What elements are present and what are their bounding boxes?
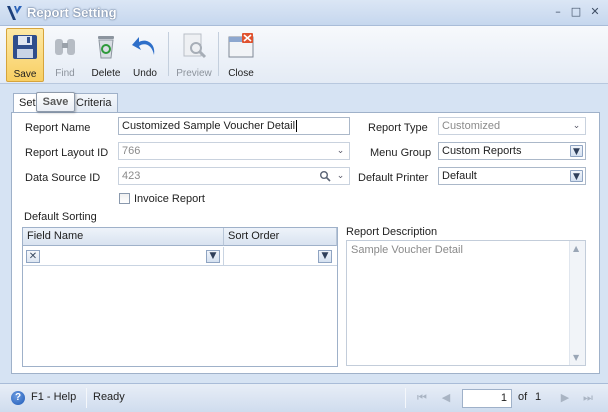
chevron-down-icon: ⌄: [336, 171, 345, 181]
menu-group-value: Custom Reports: [442, 145, 522, 157]
chevron-down-icon: ⌄: [336, 146, 345, 156]
chevron-down-icon[interactable]: ▼: [570, 170, 583, 182]
page-of-label: of: [518, 391, 528, 403]
report-description-label: Report Description: [346, 226, 438, 238]
report-layout-select[interactable]: 766 ⌄: [118, 142, 350, 160]
report-type-select[interactable]: Customized ⌄: [438, 117, 586, 135]
close-window-icon: [228, 33, 254, 58]
invoice-report-checkbox[interactable]: [119, 193, 130, 204]
data-source-value: 423: [122, 170, 141, 182]
report-description-value: Sample Voucher Detail: [351, 244, 463, 256]
last-page-icon[interactable]: ⏭: [580, 390, 596, 406]
status-text: Ready: [93, 391, 125, 403]
default-printer-label: Default Printer: [358, 172, 429, 184]
scroll-down-icon[interactable]: ▼: [573, 353, 582, 362]
floppy-disk-icon: [13, 35, 37, 59]
title-bar: Report Setting – □ ✕: [0, 0, 608, 26]
maximize-button[interactable]: □: [568, 5, 584, 19]
save-button[interactable]: Save: [6, 28, 44, 82]
tab-setting-label: Set: [19, 97, 36, 109]
delete-label: Delete: [91, 68, 121, 79]
chevron-down-icon[interactable]: ▼: [570, 145, 583, 157]
find-button[interactable]: Find: [48, 28, 82, 82]
window-title: Report Setting: [27, 5, 117, 20]
recycle-bin-icon: [98, 36, 114, 59]
first-page-icon[interactable]: ⏮: [414, 390, 430, 406]
delete-row-icon[interactable]: ✕: [26, 250, 40, 263]
tab-criteria[interactable]: Criteria: [70, 93, 118, 113]
page-total: 1: [535, 391, 542, 403]
report-name-value: Customized Sample Voucher Detail: [122, 120, 296, 132]
find-label: Find: [55, 68, 75, 79]
toolbar: Save Find Delete Undo Preview Close: [0, 26, 608, 84]
report-layout-value: 766: [122, 145, 141, 157]
status-separator: [405, 388, 406, 408]
report-name-label: Report Name: [25, 122, 91, 134]
search-icon[interactable]: [319, 170, 331, 182]
delete-button[interactable]: Delete: [88, 28, 124, 82]
app-logo-icon: [7, 6, 22, 20]
column-header-field-name[interactable]: Field Name: [23, 228, 224, 246]
menu-group-select[interactable]: Custom Reports ▼: [438, 142, 586, 160]
report-description-textarea[interactable]: Sample Voucher Detail ▲ ▼: [346, 240, 586, 366]
default-printer-select[interactable]: Default ▼: [438, 167, 586, 185]
undo-label: Undo: [133, 68, 157, 79]
preview-magnifier-icon: [183, 33, 207, 59]
page-number-input[interactable]: 1: [462, 389, 512, 408]
next-page-icon[interactable]: ▶: [557, 390, 573, 406]
close-button[interactable]: Close: [224, 28, 258, 82]
save-tooltip: Save: [36, 92, 75, 112]
default-sorting-label: Default Sorting: [24, 211, 97, 223]
sort-order-cell[interactable]: ▼: [224, 247, 337, 265]
field-name-cell[interactable]: ▼: [43, 247, 224, 265]
description-scrollbar[interactable]: ▲ ▼: [569, 241, 585, 365]
toolbar-separator: [218, 32, 219, 76]
binoculars-icon: [55, 39, 75, 55]
save-label: Save: [13, 69, 37, 80]
toolbar-separator: [168, 32, 169, 76]
close-window-button[interactable]: ✕: [587, 5, 603, 19]
report-type-label: Report Type: [368, 122, 428, 134]
preview-button[interactable]: Preview: [174, 28, 214, 82]
chevron-down-icon: ⌄: [572, 121, 581, 131]
default-printer-value: Default: [442, 170, 477, 182]
scroll-up-icon[interactable]: ▲: [573, 244, 582, 253]
undo-arrow-icon: [132, 37, 155, 55]
data-source-select[interactable]: 423 ⌄: [118, 167, 350, 185]
column-header-sort-order[interactable]: Sort Order: [224, 228, 337, 246]
chevron-down-icon[interactable]: ▼: [206, 250, 220, 263]
sorting-grid: Field Name Sort Order ✕ ▼ ▼: [22, 227, 338, 367]
minimize-button[interactable]: –: [550, 5, 566, 19]
page-current: 1: [500, 392, 507, 404]
tab-criteria-label: Criteria: [76, 97, 112, 109]
report-type-value: Customized: [442, 120, 501, 132]
invoice-report-label: Invoice Report: [134, 193, 205, 205]
menu-group-label: Menu Group: [370, 147, 432, 159]
status-bar: ? F1 - Help Ready ⏮ ◀ 1 of 1 ▶ ⏭: [0, 383, 608, 412]
chevron-down-icon[interactable]: ▼: [318, 250, 332, 263]
status-separator: [86, 388, 87, 408]
preview-label: Preview: [176, 68, 212, 79]
help-label[interactable]: F1 - Help: [31, 391, 76, 403]
data-source-label: Data Source ID: [25, 172, 101, 184]
table-row: ✕ ▼ ▼: [23, 247, 337, 266]
help-icon[interactable]: ?: [11, 391, 25, 405]
previous-page-icon[interactable]: ◀: [438, 390, 454, 406]
report-layout-label: Report Layout ID: [25, 147, 109, 159]
close-label: Close: [228, 68, 254, 79]
report-name-input[interactable]: Customized Sample Voucher Detail: [118, 117, 350, 135]
undo-button[interactable]: Undo: [128, 28, 162, 82]
